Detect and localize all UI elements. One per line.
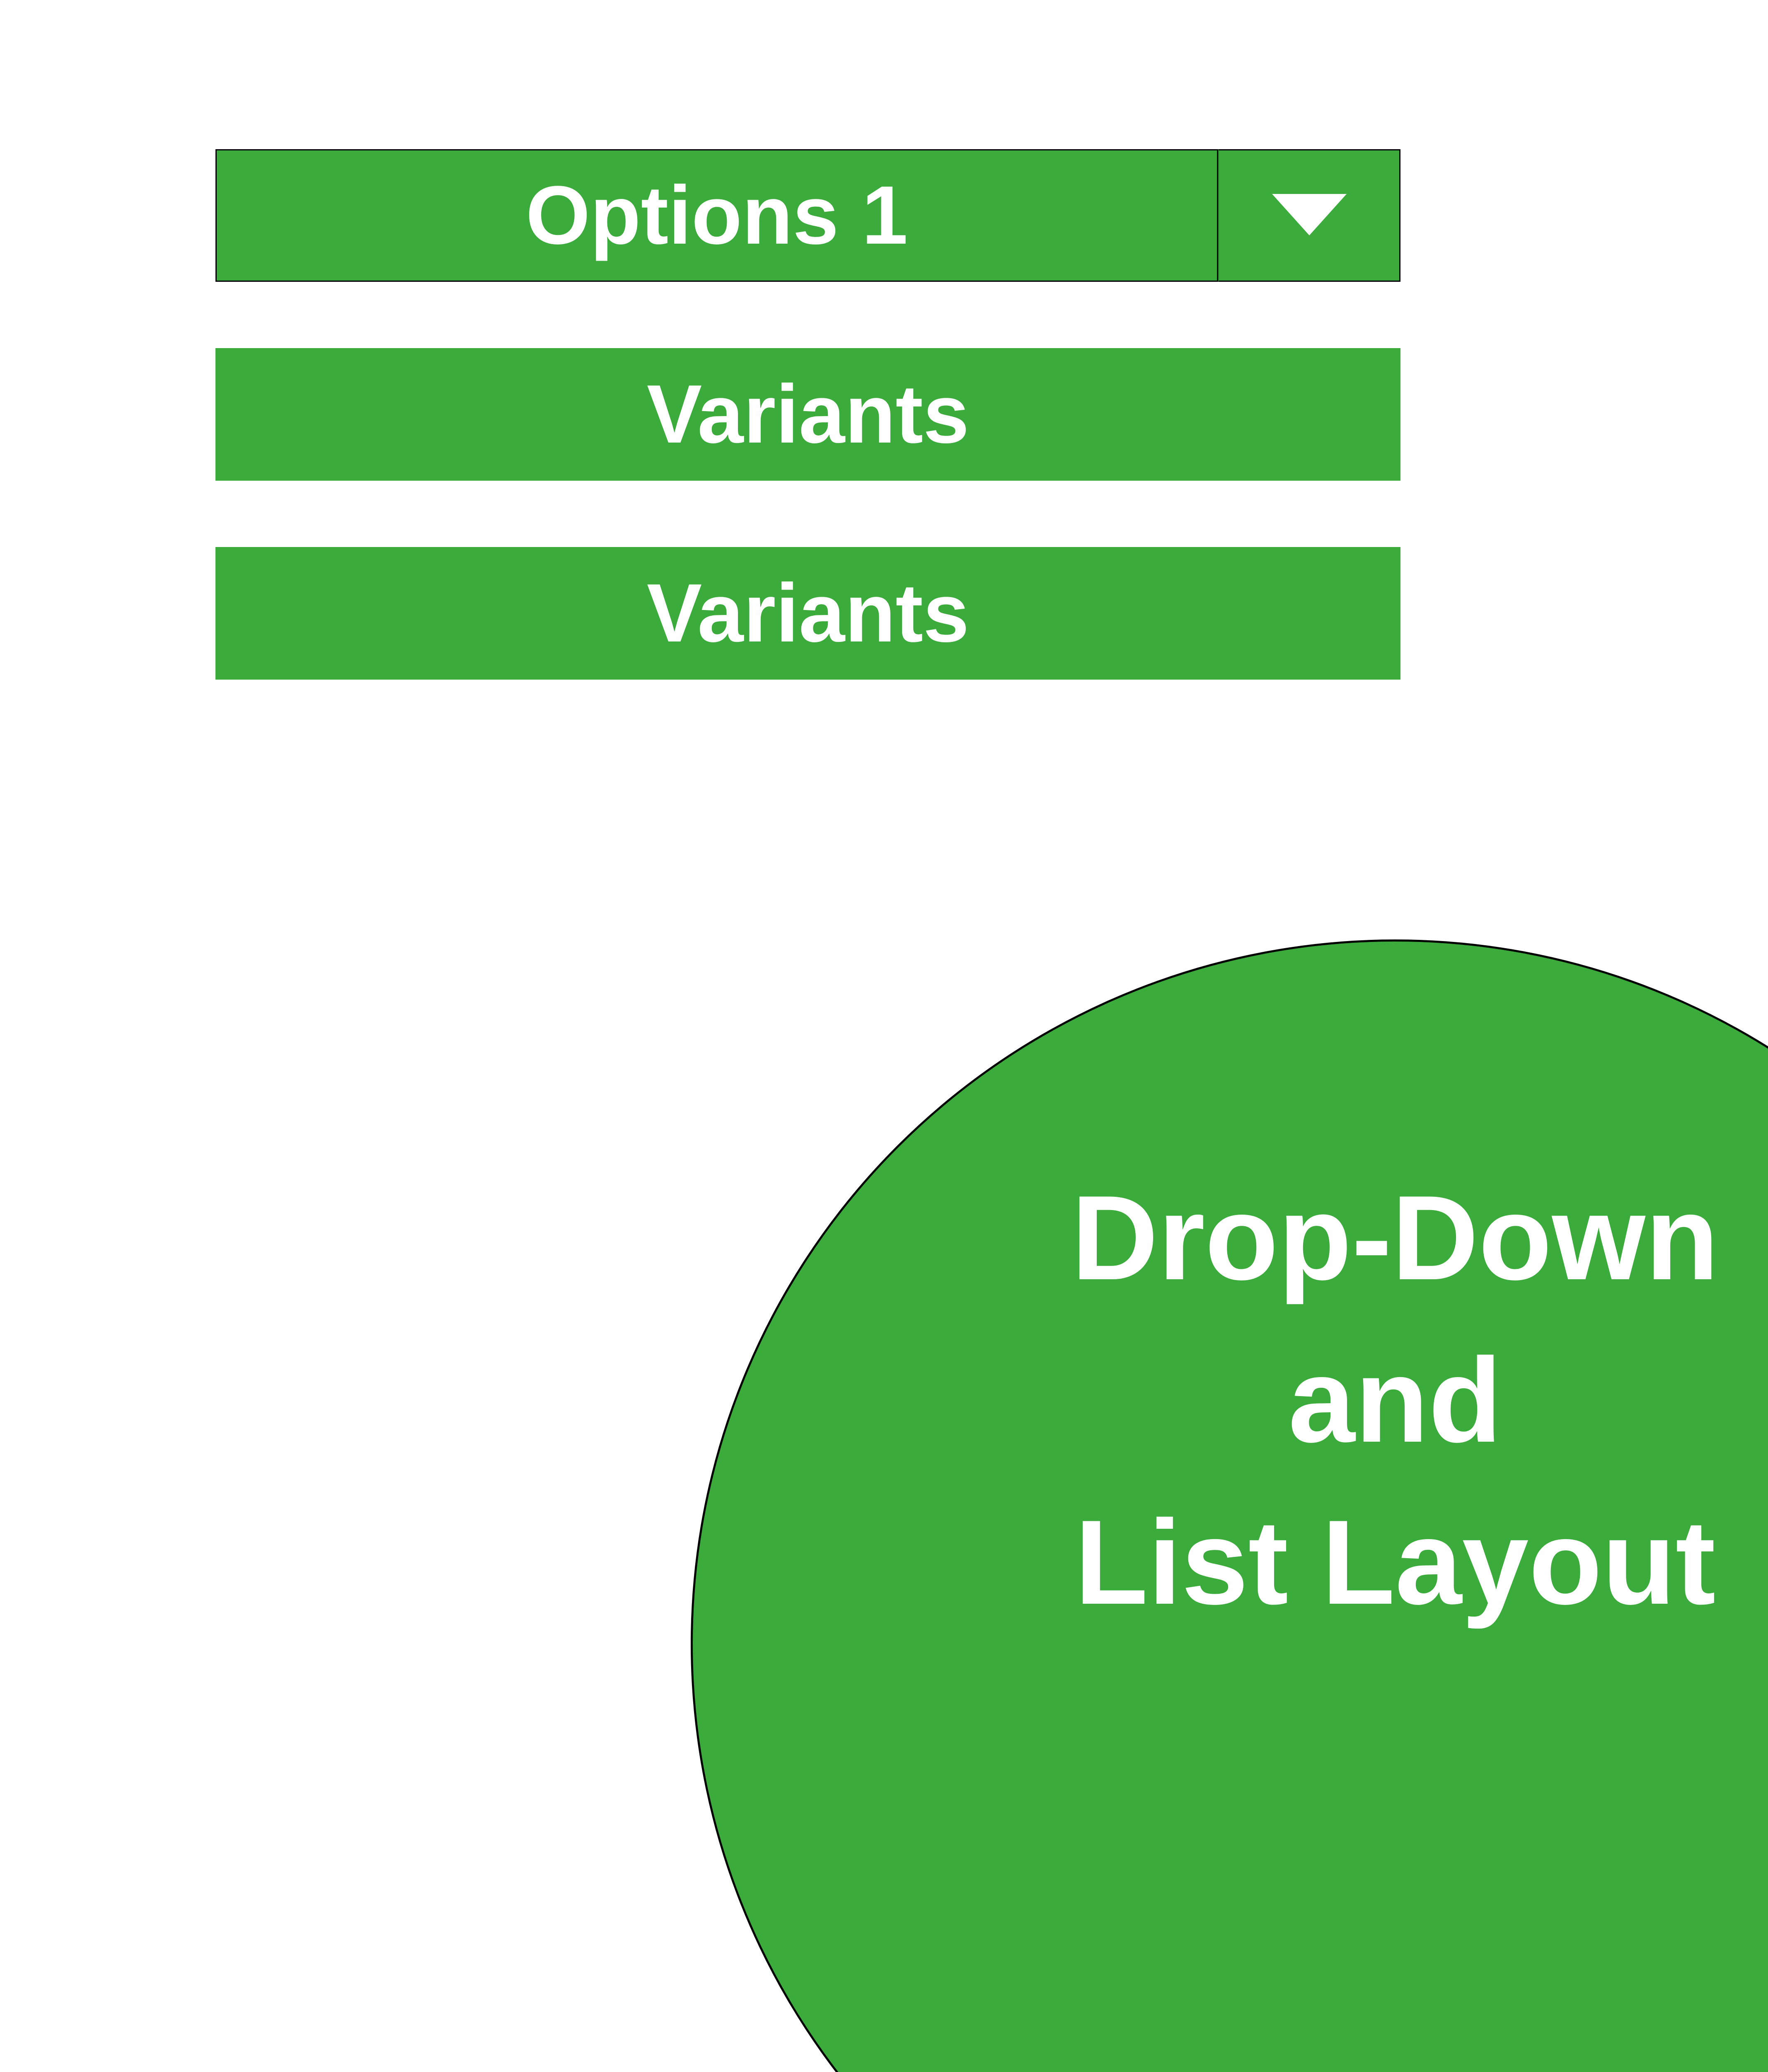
- title-line-2: and: [1071, 1319, 1719, 1482]
- dropdown-toggle[interactable]: [1218, 149, 1400, 282]
- dropdown-select[interactable]: Options 1: [215, 149, 1400, 282]
- list-item[interactable]: Variants: [215, 348, 1400, 481]
- dropdown-selected-label: Options 1: [526, 168, 908, 263]
- title-text: Drop-Down and List Layout: [1071, 1157, 1719, 1644]
- title-badge: Drop-Down and List Layout: [691, 939, 1768, 2072]
- chevron-down-icon: [1268, 188, 1351, 244]
- title-line-1: Drop-Down: [1071, 1157, 1719, 1319]
- list-item[interactable]: Variants: [215, 547, 1400, 680]
- dropdown-selected[interactable]: Options 1: [215, 149, 1218, 282]
- list-item-label: Variants: [647, 367, 969, 462]
- controls-group: Options 1 Variants Variants: [215, 149, 1400, 746]
- list-item-label: Variants: [647, 566, 969, 661]
- title-line-3: List Layout: [1071, 1481, 1719, 1644]
